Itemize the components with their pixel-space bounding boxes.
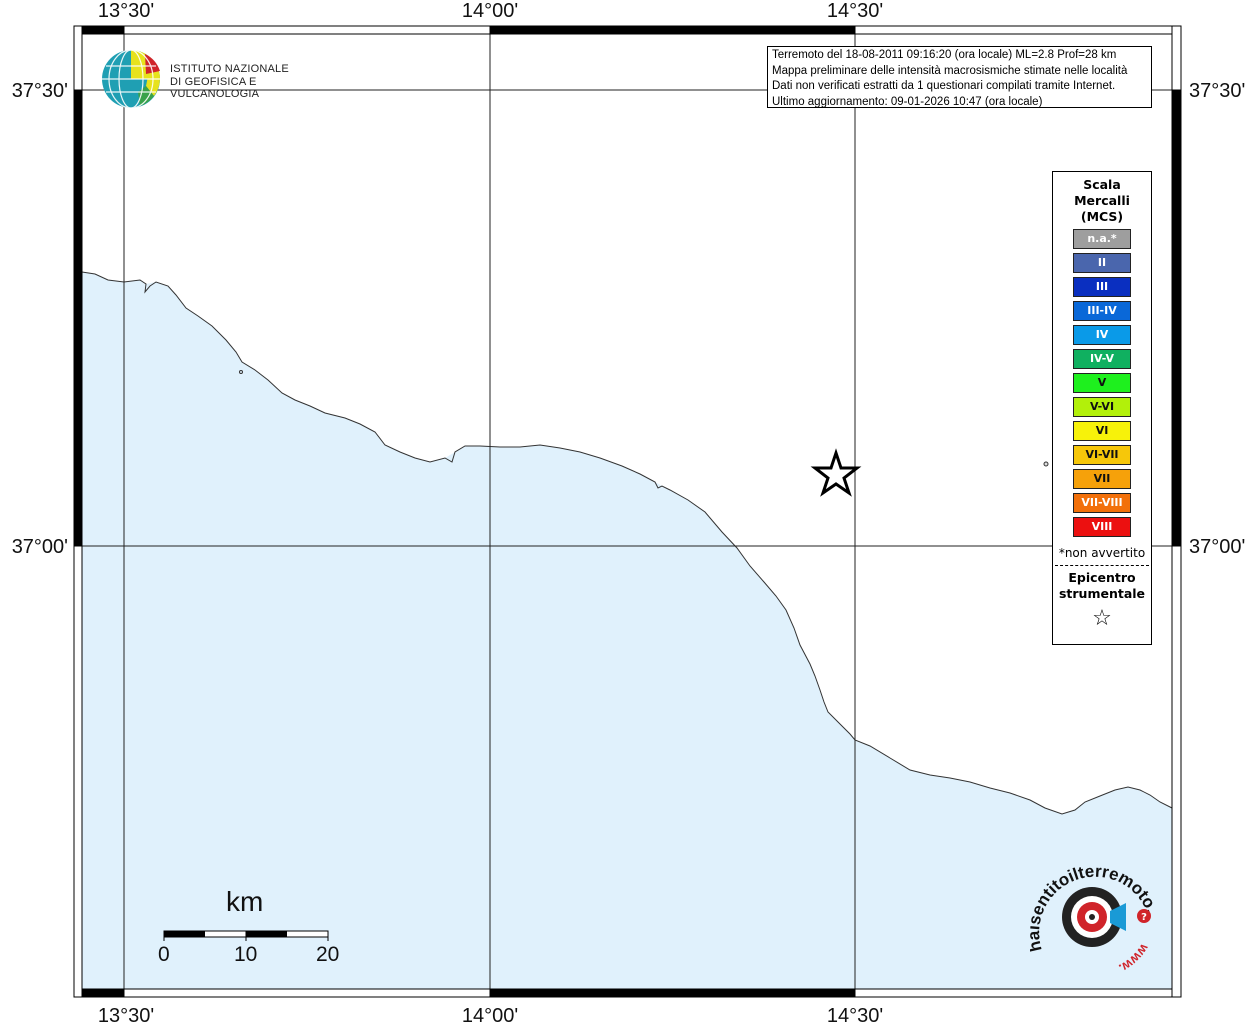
legend-title-line-1: Scala xyxy=(1083,177,1121,192)
svg-text:?: ? xyxy=(1141,912,1147,923)
event-info-box: Terremoto del 18-08-2011 09:16:20 (ora l… xyxy=(767,46,1152,108)
islet xyxy=(1043,461,1049,467)
lon-tick-bottom-3: 14°30' xyxy=(827,1005,883,1024)
legend-swatch-8: VI xyxy=(1073,421,1131,441)
badge-text-bottom: www. xyxy=(1116,941,1152,977)
legend-swatch-3: III-IV xyxy=(1073,301,1131,321)
lon-tick-bottom-2: 14°00' xyxy=(462,1005,518,1024)
lon-tick-top-1: 13°30' xyxy=(98,0,154,22)
legend-swatch-9: VI-VII xyxy=(1073,445,1131,465)
event-info-line-3: Dati non verificati estratti da 1 questi… xyxy=(772,80,1116,92)
event-info-line-2: Mappa preliminare delle intensità macros… xyxy=(772,64,1128,77)
legend-epi-line-2: strumentale xyxy=(1058,586,1146,601)
ingv-logo: ISTITUTO NAZIONALE DI GEOFISICA E VULCAN… xyxy=(100,46,320,110)
legend-swatch-2: III xyxy=(1073,277,1131,297)
lat-tick-right-1: 37°30' xyxy=(1189,80,1245,102)
event-info-line-4: Ultimo aggiornamento: 09-01-2026 10:47 (… xyxy=(772,95,1043,108)
scale-unit: km xyxy=(226,886,264,917)
legend-swatch-7: V-VI xyxy=(1073,397,1131,417)
mcs-legend: Scala Mercalli (MCS) n.a.* II III III-IV IV I… xyxy=(1052,171,1152,645)
legend-swatch-10: VII xyxy=(1073,469,1131,489)
legend-swatch-5: IV-V xyxy=(1073,349,1131,369)
legend-swatch-0: n.a.* xyxy=(1073,229,1131,249)
lat-tick-left-1: 37°30' xyxy=(12,80,68,102)
ingv-globe-icon xyxy=(102,49,160,109)
legend-note: *non avvertito xyxy=(1058,546,1146,560)
legend-epi-line-1: Epicentro xyxy=(1068,570,1136,585)
ingv-logo-text: ISTITUTO NAZIONALE DI GEOFISICA E VULCAN… xyxy=(170,63,320,101)
lon-tick-bottom-1: 13°30' xyxy=(98,1005,154,1024)
scale-label-20: 20 xyxy=(316,943,340,966)
lon-tick-top-3: 14°30' xyxy=(827,0,883,22)
lat-tick-right-2: 37°00' xyxy=(1189,536,1245,558)
legend-swatch-11: VII-VIII xyxy=(1073,493,1131,513)
legend-title-line-2: Mercalli xyxy=(1074,193,1130,208)
legend-title: Scala Mercalli (MCS) xyxy=(1053,177,1151,225)
legend-swatches: n.a.* II III III-IV IV IV-V V V-VI VI VI-VII VII VI… xyxy=(1053,229,1151,537)
legend-swatch-6: V xyxy=(1073,373,1131,393)
legend-swatch-12: VIII xyxy=(1073,517,1131,537)
legend-title-line-3: (MCS) xyxy=(1080,209,1124,224)
lat-tick-left-2: 37°00' xyxy=(12,536,68,558)
legend-epicenter-label: Epicentro strumentale xyxy=(1053,570,1151,602)
logo-line-1: ISTITUTO NAZIONALE xyxy=(170,63,289,75)
svg-text:www.: www. xyxy=(1116,941,1152,977)
legend-star-icon: ☆ xyxy=(1092,606,1112,631)
haisentito-badge[interactable]: haisentitoilterremoto.it www. ? xyxy=(1024,840,1162,980)
event-info-line-1: Terremoto del 18-08-2011 09:16:20 (ora l… xyxy=(772,49,1117,61)
logo-line-2: DI GEOFISICA E VULCANOLOGIA xyxy=(170,75,260,101)
lon-tick-top-2: 14°00' xyxy=(462,0,518,22)
legend-swatch-1: II xyxy=(1073,253,1131,273)
scale-label-10: 10 xyxy=(234,943,258,966)
legend-separator xyxy=(1055,565,1149,566)
haisentito-badge-icon: haisentitoilterremoto.it www. ? xyxy=(1024,840,1162,977)
scale-label-0: 0 xyxy=(158,943,170,966)
legend-swatch-4: IV xyxy=(1073,325,1131,345)
